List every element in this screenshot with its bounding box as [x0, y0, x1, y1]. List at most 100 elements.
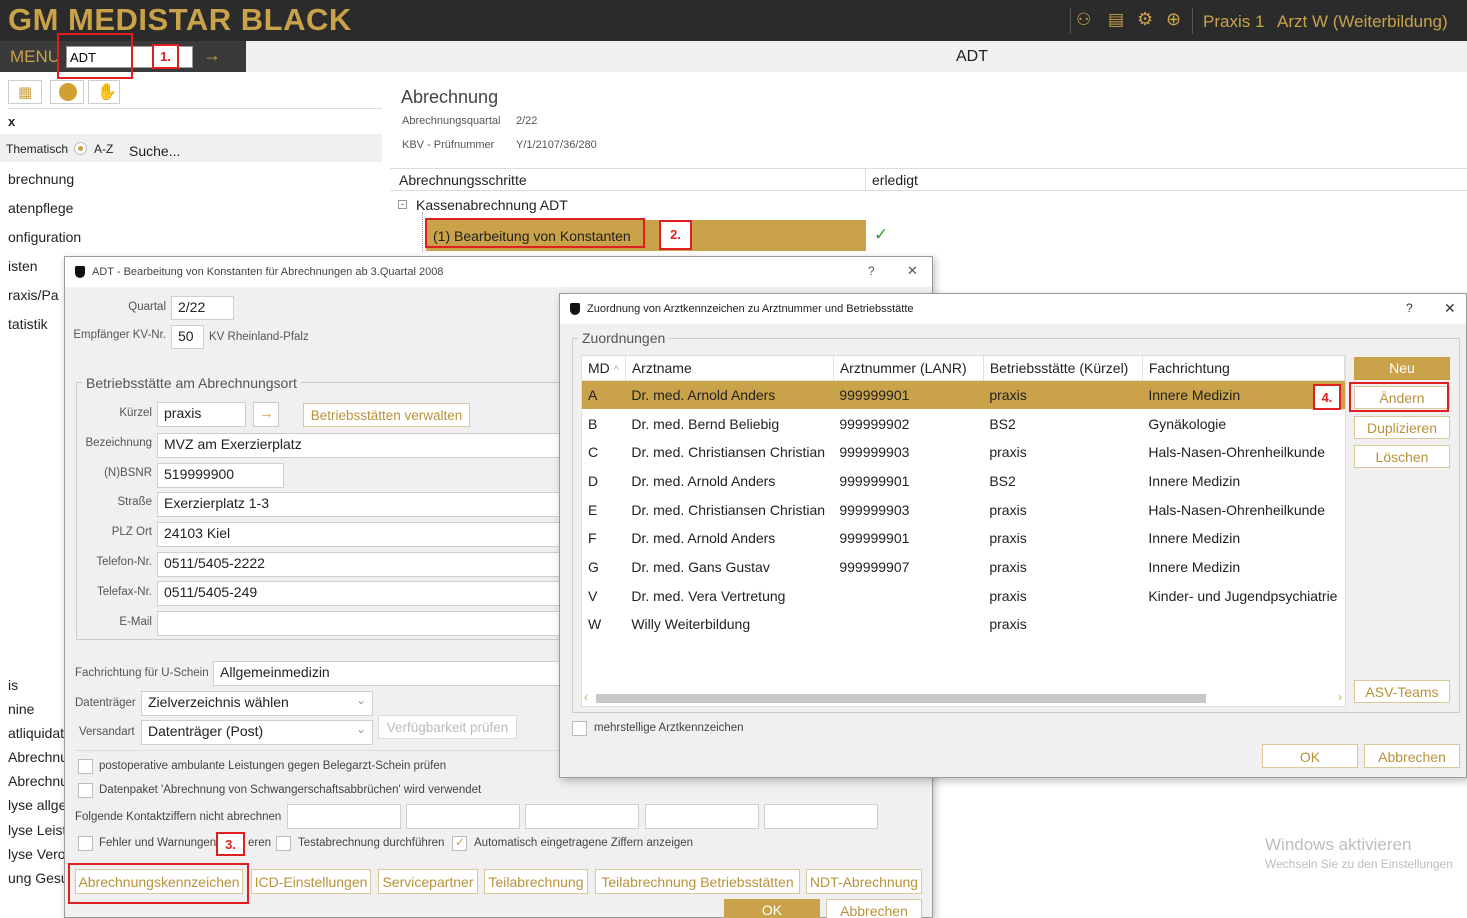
column-header[interactable]: Betriebsstätte (Kürzel): [983, 356, 1143, 381]
sidebar-item[interactable]: Abrechnu: [8, 749, 68, 765]
sidebar-search[interactable]: Suche...: [129, 143, 180, 159]
globe-icon[interactable]: ⊕: [1166, 9, 1181, 30]
sidebar-item[interactable]: atenpflege: [8, 200, 73, 216]
help-button[interactable]: ?: [1406, 301, 1413, 315]
bezeichnung-field[interactable]: MVZ am Exerzierplatz: [157, 433, 561, 458]
column-header[interactable]: Fachrichtung: [1142, 356, 1345, 381]
column-header-done[interactable]: erledigt: [872, 172, 918, 188]
table-row[interactable]: W Willy Weiterbildung praxis: [582, 610, 1345, 639]
sidebar-item[interactable]: lyse allge: [8, 797, 66, 813]
strasse-field[interactable]: Exerzierplatz 1-3: [157, 492, 561, 517]
tab-teilabrechnung[interactable]: Teilabrechnung: [484, 869, 588, 894]
checkbox-automatisch[interactable]: ✓: [452, 835, 467, 851]
close-icon[interactable]: ✕: [1444, 300, 1456, 317]
column-header[interactable]: Arztname: [625, 356, 834, 381]
sidebar-item[interactable]: onfiguration: [8, 229, 81, 245]
quartal-field[interactable]: 2/22: [171, 296, 234, 320]
column-header-steps[interactable]: Abrechnungsschritte: [399, 172, 527, 188]
telefon-field[interactable]: 0511/5405-2222: [157, 552, 561, 577]
telefon-label: Telefon-Nr.: [96, 556, 152, 568]
table-row[interactable]: G Dr. med. Gans Gustav 999999907 praxis …: [582, 553, 1345, 582]
menu-bar: MENU ADT → ADT: [0, 41, 1467, 72]
bsnr-field[interactable]: 519999900: [157, 463, 284, 488]
versandart-select[interactable]: Datenträger (Post) ⌄: [141, 720, 373, 745]
coin-icon[interactable]: [59, 83, 77, 101]
kuerzel-field[interactable]: praxis: [157, 402, 246, 427]
sidebar-item[interactable]: ung Gesu: [8, 870, 69, 886]
book-icon[interactable]: ▤: [1108, 10, 1124, 30]
column-header[interactable]: MD ^: [582, 356, 626, 381]
column-header[interactable]: Arztnummer (LANR): [833, 356, 984, 381]
table-row[interactable]: A Dr. med. Arnold Anders 999999901 praxi…: [582, 380, 1345, 410]
checkbox-postoperativ[interactable]: [78, 759, 93, 774]
kontakt-field-4[interactable]: [645, 804, 759, 829]
dialog-title: ADT - Bearbeitung von Konstanten für Abr…: [92, 266, 444, 278]
kontakt-field-2[interactable]: [406, 804, 520, 829]
settings-cog-icon[interactable]: ⚙: [1137, 9, 1153, 30]
tab-servicepartner[interactable]: Servicepartner: [378, 869, 478, 894]
sidebar-item[interactable]: is: [8, 677, 18, 693]
fachrichtung-field[interactable]: Allgemeinmedizin: [213, 661, 561, 686]
menu-label[interactable]: MENU: [10, 47, 60, 67]
neu-button[interactable]: Neu: [1354, 357, 1450, 380]
kuerzel-go-button[interactable]: →: [253, 402, 279, 427]
hand-icon[interactable]: ✋: [97, 82, 117, 102]
sidebar-item[interactable]: nine: [8, 701, 34, 717]
plz-ort-field[interactable]: 24103 Kiel: [157, 522, 561, 547]
radio-az-button[interactable]: [74, 142, 87, 155]
sidebar-item[interactable]: Abrechnu: [8, 773, 68, 789]
tab-ndt-abrechnung[interactable]: NDT-Abrechnung: [806, 869, 922, 894]
duplizieren-button[interactable]: Duplizieren: [1354, 416, 1450, 439]
table-row[interactable]: F Dr. med. Arnold Anders 999999901 praxi…: [582, 524, 1345, 553]
cancel-button[interactable]: Abbrechen: [1364, 744, 1460, 768]
zuordnung-dialog: Zuordnung von Arztkennzeichen zu Arztnum…: [559, 293, 1467, 778]
table-row[interactable]: C Dr. med. Christiansen Christian 999999…: [582, 438, 1345, 467]
help-button[interactable]: ?: [868, 264, 875, 278]
scrollbar-thumb[interactable]: [596, 694, 1206, 703]
datentraeger-select[interactable]: Zielverzeichnis wählen ⌄: [141, 691, 373, 716]
grid-icon[interactable]: ▦: [18, 83, 32, 101]
cancel-button[interactable]: Abbrechen: [826, 899, 922, 918]
tree-collapse-icon[interactable]: -: [398, 200, 407, 209]
checkbox-mehrstellig[interactable]: [572, 721, 587, 736]
sidebar-item[interactable]: lyse Leist: [8, 822, 66, 838]
sidebar-item[interactable]: raxis/Pa: [8, 287, 59, 303]
telefax-field[interactable]: 0511/5405-249: [157, 581, 561, 606]
scroll-right-icon[interactable]: ›: [1338, 690, 1342, 704]
close-icon[interactable]: ✕: [907, 263, 918, 279]
kontakt-field-3[interactable]: [525, 804, 639, 829]
table-row[interactable]: B Dr. med. Bernd Beliebig 999999902 BS2 …: [582, 409, 1345, 438]
people-icon[interactable]: ⚇: [1076, 10, 1091, 30]
arrow-right-icon[interactable]: →: [203, 45, 221, 66]
sidebar-item[interactable]: lyse Vero: [8, 846, 66, 862]
loeschen-button[interactable]: Löschen: [1354, 445, 1450, 468]
table-row[interactable]: E Dr. med. Christiansen Christian 999999…: [582, 495, 1345, 524]
asv-teams-button[interactable]: ASV-Teams: [1354, 680, 1450, 703]
sidebar-item[interactable]: atliquidat: [8, 725, 64, 741]
tree-group-label[interactable]: Kassenabrechnung ADT: [416, 197, 568, 213]
practice-label[interactable]: Praxis 1: [1203, 12, 1264, 32]
tab-icd-einstellungen[interactable]: ICD-Einstellungen: [251, 869, 371, 894]
verfuegbarkeit-button[interactable]: Verfügbarkeit prüfen: [378, 715, 517, 739]
ok-button[interactable]: OK: [1262, 744, 1358, 768]
checkbox-schwangerschaft[interactable]: [78, 783, 93, 798]
sidebar-item[interactable]: tatistik: [8, 316, 48, 332]
table-row[interactable]: V Dr. med. Vera Vertretung praxis Kinder…: [582, 581, 1345, 610]
cell-md: G: [588, 558, 599, 575]
sidebar-item[interactable]: isten: [8, 258, 38, 274]
kontakt-field-1[interactable]: [287, 804, 401, 829]
radio-thematisch[interactable]: Thematisch: [6, 142, 68, 156]
empfaenger-field[interactable]: 50: [171, 325, 204, 349]
checkbox-testabrechnung[interactable]: [276, 836, 291, 851]
user-label[interactable]: Arzt W (Weiterbildung): [1277, 12, 1448, 32]
tab-teilabrechnung-betriebsstaetten[interactable]: Teilabrechnung Betriebsstätten: [595, 869, 800, 894]
scroll-left-icon[interactable]: ‹: [584, 690, 588, 704]
checkbox-fehler[interactable]: [78, 836, 93, 851]
sidebar-item[interactable]: brechnung: [8, 171, 74, 187]
email-field[interactable]: [157, 611, 561, 636]
horizontal-scrollbar[interactable]: ‹ ›: [582, 690, 1345, 706]
table-row[interactable]: D Dr. med. Arnold Anders 999999901 BS2 I…: [582, 467, 1345, 496]
kontakt-field-5[interactable]: [764, 804, 878, 829]
ok-button[interactable]: OK: [724, 899, 820, 918]
verwalten-button[interactable]: Betriebsstätten verwalten: [303, 403, 470, 427]
